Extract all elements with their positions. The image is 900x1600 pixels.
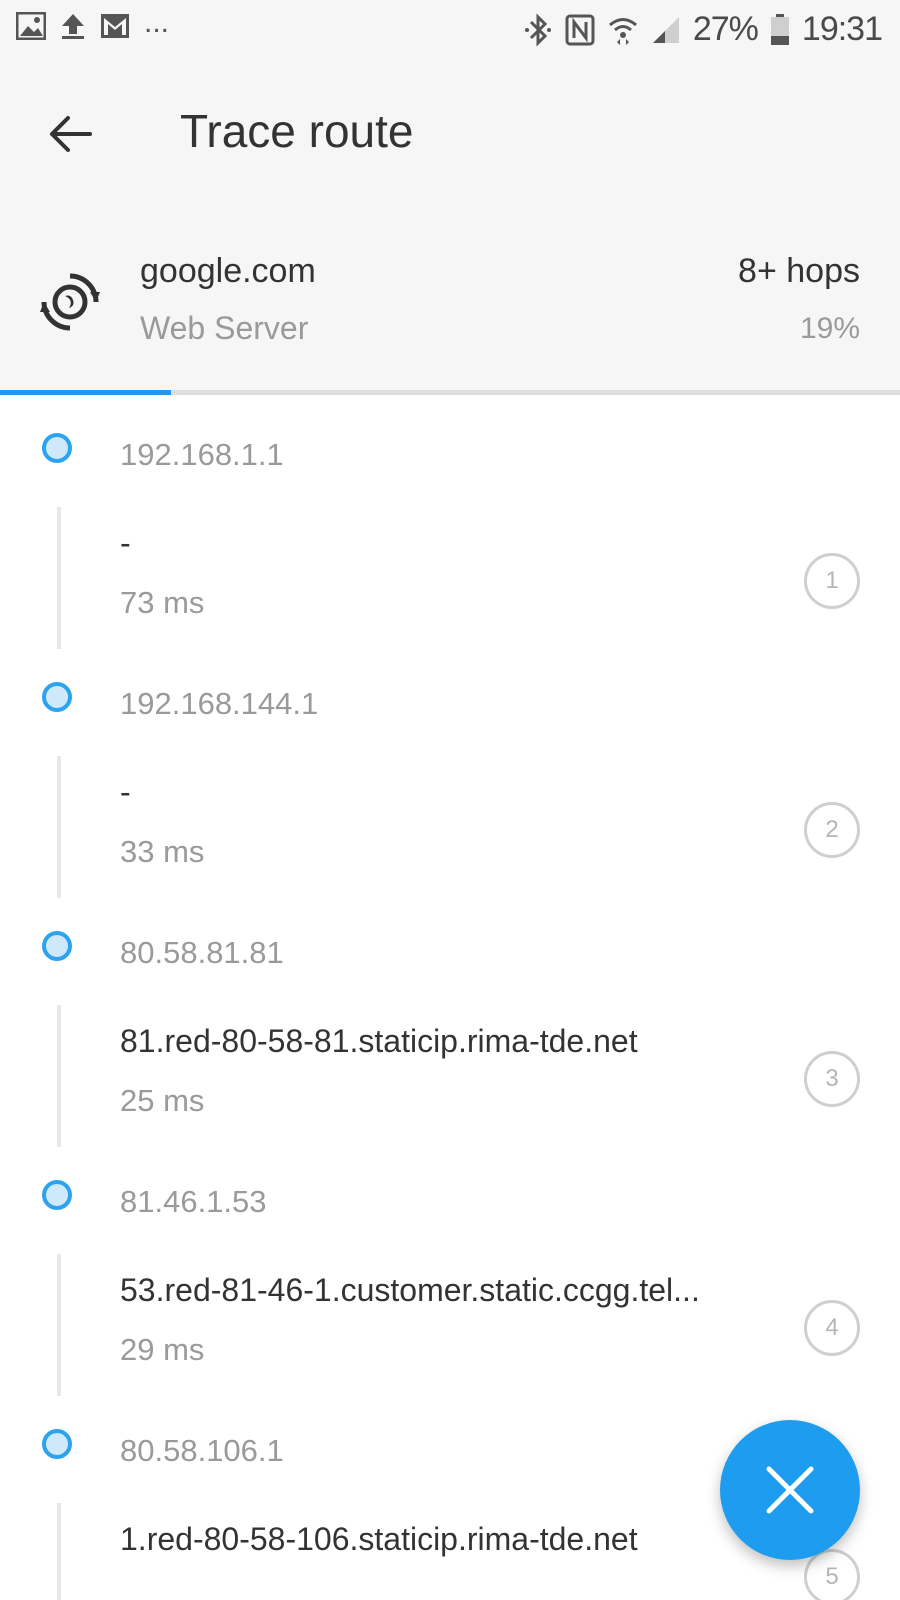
- app-bar: Trace route: [0, 64, 900, 214]
- signal-icon: [651, 15, 681, 45]
- hop-connector: [57, 1254, 61, 1396]
- nfc-icon: [565, 14, 595, 46]
- bluetooth-icon: [523, 12, 553, 47]
- stop-trace-button[interactable]: [720, 1420, 860, 1560]
- hop-marker: [42, 433, 72, 463]
- hop-ip: 80.58.106.1: [120, 1433, 284, 1468]
- hop-latency: 25 ms: [120, 1083, 205, 1118]
- hop-row[interactable]: 80.58.81.81 81.red-80-58-81.staticip.rima…: [0, 893, 900, 1147]
- status-bar: ... 27% 19:31: [0, 0, 900, 64]
- clock: 19:31: [801, 10, 883, 48]
- hop-marker: [42, 1180, 72, 1210]
- hop-ip: 80.58.81.81: [120, 935, 284, 970]
- gmail-icon: [100, 13, 130, 39]
- hop-hostname: 53.red-81-46-1.customer.static.ccgg.tel.…: [120, 1272, 700, 1308]
- hop-number-badge: 2: [804, 802, 860, 858]
- hop-marker: [42, 1429, 72, 1459]
- hop-hostname: 81.red-80-58-81.staticip.rima-tde.net: [120, 1023, 638, 1059]
- hop-latency: 33 ms: [120, 834, 205, 869]
- hop-latency: 73 ms: [120, 585, 205, 620]
- target-summary: google.com Web Server 8+ hops 19%: [0, 214, 900, 390]
- hop-hostname: -: [120, 774, 131, 810]
- hop-marker: [42, 682, 72, 712]
- hop-number-badge: 4: [804, 1300, 860, 1356]
- progress-percent: 19%: [799, 312, 860, 345]
- hop-ip: 81.46.1.53: [120, 1184, 267, 1219]
- hop-row[interactable]: 81.46.1.53 53.red-81-46-1.customer.static…: [0, 1142, 900, 1396]
- target-host: google.com: [140, 252, 316, 290]
- hop-marker: [42, 931, 72, 961]
- hop-connector: [57, 1503, 61, 1600]
- hop-list[interactable]: 192.168.1.1 - 73 ms 1 192.168.144.1 - 33 ms 2 80…: [0, 395, 900, 1600]
- target-type: Web Server: [140, 310, 309, 346]
- hop-row[interactable]: 192.168.144.1 - 33 ms 2: [0, 644, 900, 898]
- wifi-icon: [607, 14, 639, 46]
- upload-icon: [60, 12, 86, 40]
- hop-hostname: 1.red-80-58-106.staticip.rima-tde.net: [120, 1521, 638, 1557]
- hop-ip: 192.168.144.1: [120, 686, 319, 721]
- hop-connector: [57, 1005, 61, 1147]
- overflow-indicator: ...: [144, 6, 170, 39]
- page-title: Trace route: [180, 105, 414, 157]
- hop-count: 8+ hops: [738, 252, 860, 290]
- battery-icon: [770, 13, 790, 46]
- hop-latency: 29 ms: [120, 1332, 205, 1367]
- hop-row[interactable]: 192.168.1.1 - 73 ms 1: [0, 395, 900, 649]
- hop-ip: 192.168.1.1: [120, 437, 284, 472]
- back-arrow-icon: [50, 116, 92, 152]
- back-button[interactable]: [40, 104, 100, 164]
- hop-connector: [57, 756, 61, 898]
- hop-hostname: -: [120, 525, 131, 561]
- image-icon: [16, 12, 46, 40]
- hop-number-badge: 5: [804, 1549, 860, 1600]
- traceroute-icon: [38, 270, 102, 334]
- hop-number-badge: 3: [804, 1051, 860, 1107]
- hop-connector: [57, 507, 61, 649]
- battery-percent: 27%: [692, 10, 759, 48]
- hop-number-badge: 1: [804, 553, 860, 609]
- close-icon: [766, 1466, 814, 1514]
